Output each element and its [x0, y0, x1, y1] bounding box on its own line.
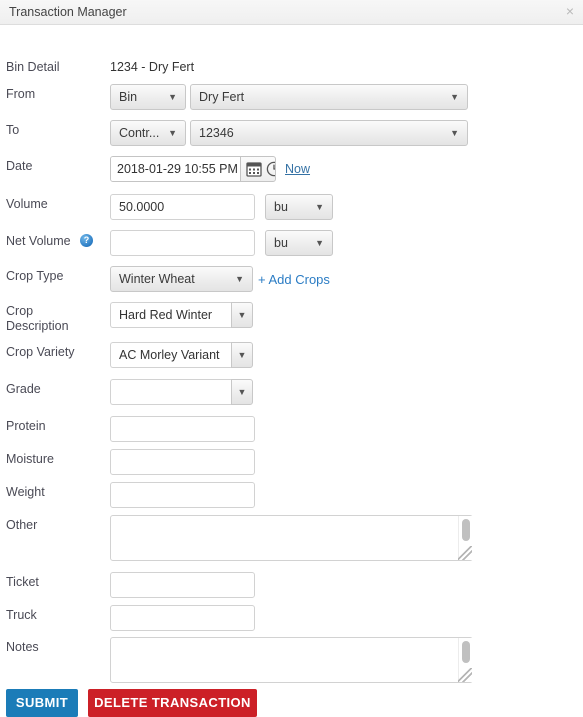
from-source-select[interactable]: Dry Fert ▼ — [190, 84, 468, 110]
bin-detail-label: Bin Detail — [6, 60, 60, 74]
clock-icon[interactable] — [265, 160, 276, 178]
weight-input[interactable] — [110, 482, 255, 508]
dialog-titlebar: Transaction Manager × — [0, 0, 583, 25]
to-label: To — [6, 123, 20, 137]
net-volume-unit-value: bu — [274, 236, 288, 250]
to-type-select[interactable]: Contr... ▼ — [110, 120, 186, 146]
crop-type-select[interactable]: Winter Wheat ▼ — [110, 266, 253, 292]
other-label: Other — [6, 518, 38, 532]
crop-type-label: Crop Type — [6, 269, 64, 283]
volume-unit-value: bu — [274, 200, 288, 214]
crop-variety-input[interactable]: AC Morley Variant — [110, 342, 231, 368]
volume-unit-select[interactable]: bu ▼ — [265, 194, 333, 220]
protein-input[interactable] — [110, 416, 255, 442]
now-link[interactable]: Now — [285, 162, 310, 177]
date-input[interactable]: 2018-01-29 10:55 PM — [111, 157, 241, 181]
notes-textarea-resize-grip[interactable] — [458, 668, 472, 682]
other-textarea-resize-grip[interactable] — [458, 546, 472, 560]
crop-description-input[interactable]: Hard Red Winter — [110, 302, 231, 328]
submit-button[interactable]: SUBMIT — [6, 689, 78, 717]
chevron-down-icon: ▼ — [235, 274, 244, 284]
crop-variety-dropdown-button[interactable]: ▼ — [231, 342, 253, 368]
truck-input[interactable] — [110, 605, 255, 631]
net-volume-unit-select[interactable]: bu ▼ — [265, 230, 333, 256]
grade-input[interactable] — [110, 379, 231, 405]
from-type-select[interactable]: Bin ▼ — [110, 84, 186, 110]
crop-description-label: Crop Description — [6, 304, 69, 333]
to-type-value: Contr... — [119, 126, 160, 140]
date-picker-group: 2018-01-29 10:55 PM — [110, 156, 276, 182]
chevron-down-icon: ▼ — [315, 202, 324, 212]
weight-label: Weight — [6, 485, 45, 499]
calendar-icon[interactable] — [245, 160, 263, 178]
delete-transaction-button[interactable]: DELETE TRANSACTION — [88, 689, 257, 717]
scrollbar-thumb[interactable] — [462, 519, 470, 541]
ticket-label: Ticket — [6, 575, 39, 589]
to-source-value: 12346 — [199, 126, 234, 140]
crop-variety-label: Crop Variety — [6, 345, 75, 359]
protein-label: Protein — [6, 419, 46, 433]
close-icon[interactable]: × — [566, 3, 574, 19]
moisture-label: Moisture — [6, 452, 54, 466]
chevron-down-icon: ▼ — [237, 350, 247, 360]
volume-label: Volume — [6, 197, 48, 211]
bin-detail-value: 1234 - Dry Fert — [110, 60, 195, 74]
crop-description-dropdown-button[interactable]: ▼ — [231, 302, 253, 328]
grade-label: Grade — [6, 382, 41, 396]
from-type-value: Bin — [119, 90, 138, 104]
chevron-down-icon: ▼ — [168, 92, 177, 102]
chevron-down-icon: ▼ — [450, 128, 459, 138]
chevron-down-icon: ▼ — [450, 92, 459, 102]
moisture-input[interactable] — [110, 449, 255, 475]
from-label: From — [6, 87, 36, 101]
date-label: Date — [6, 159, 33, 173]
chevron-down-icon: ▼ — [315, 238, 324, 248]
dialog-title: Transaction Manager — [9, 5, 127, 19]
notes-textarea[interactable] — [110, 637, 473, 683]
to-source-select[interactable]: 12346 ▼ — [190, 120, 468, 146]
add-crops-link[interactable]: + Add Crops — [258, 272, 330, 287]
notes-label: Notes — [6, 640, 39, 654]
crop-type-value: Winter Wheat — [119, 272, 195, 286]
scrollbar-thumb[interactable] — [462, 641, 470, 663]
from-source-value: Dry Fert — [199, 90, 245, 104]
help-icon[interactable]: ? — [80, 234, 93, 247]
chevron-down-icon: ▼ — [237, 310, 247, 320]
net-volume-input[interactable] — [110, 230, 255, 256]
grade-dropdown-button[interactable]: ▼ — [231, 379, 253, 405]
ticket-input[interactable] — [110, 572, 255, 598]
chevron-down-icon: ▼ — [168, 128, 177, 138]
other-textarea[interactable] — [110, 515, 473, 561]
volume-input[interactable]: 50.0000 — [110, 194, 255, 220]
chevron-down-icon: ▼ — [237, 387, 247, 397]
truck-label: Truck — [6, 608, 37, 622]
